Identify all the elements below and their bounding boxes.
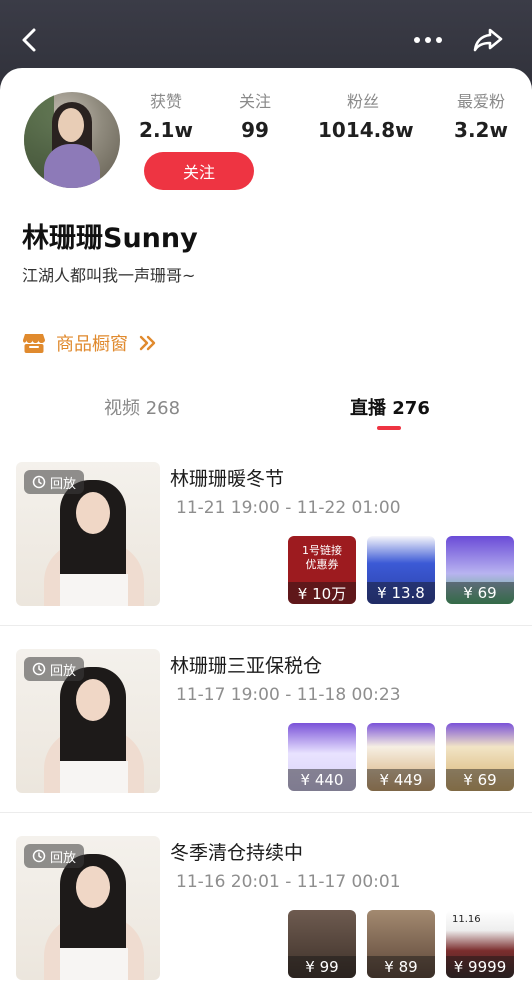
product-price: ¥ 89	[367, 956, 435, 978]
thumbnail-face	[76, 492, 110, 534]
product-thumbnail[interactable]: ¥ 89	[367, 910, 435, 978]
product-price: ¥ 440	[288, 769, 356, 791]
product-price: ¥ 10万	[288, 582, 356, 604]
share-button[interactable]	[468, 20, 508, 60]
live-replay-item[interactable]: 回放 林珊珊暖冬节 11-21 19:00 - 11-22 01:00 1号链接…	[0, 462, 532, 648]
stat-label: 获赞	[149, 92, 182, 111]
thumbnail-face	[76, 866, 110, 908]
avatar[interactable]	[24, 92, 120, 188]
divider	[0, 625, 532, 626]
product-label: 1号链接 优惠券	[302, 544, 342, 571]
product-price: ¥ 99	[288, 956, 356, 978]
follow-button[interactable]: 关注	[144, 152, 254, 190]
thumbnail-face	[76, 679, 110, 721]
product-label: 11.16	[452, 914, 481, 925]
avatar-body	[44, 144, 100, 188]
product-thumbnail[interactable]: 11.16 ¥ 9999	[446, 910, 514, 978]
replay-badge: 回放	[24, 657, 85, 681]
stat-label: 粉丝	[346, 92, 379, 111]
stat-value: 3.2w	[454, 118, 508, 142]
product-thumbnail[interactable]: 1号链接 优惠券 ¥ 10万	[288, 536, 356, 604]
product-price: ¥ 9999	[446, 956, 514, 978]
shop-window-label: 商品橱窗	[56, 334, 128, 355]
live-replay-item[interactable]: 回放 冬季清仓持续中 11-16 20:01 - 11-17 00:01 ¥ 9…	[0, 836, 532, 1000]
stat-value: 2.1w	[139, 118, 193, 142]
profile-bio: 江湖人都叫我一声珊哥~	[22, 266, 196, 285]
product-price: ¥ 449	[367, 769, 435, 791]
live-title: 林珊珊暖冬节	[170, 468, 285, 490]
live-time: 11-17 19:00 - 11-18 00:23	[176, 685, 401, 705]
stat-fans[interactable]: 粉丝 1014.8w	[318, 88, 414, 142]
live-time: 11-21 19:00 - 11-22 01:00	[176, 498, 401, 518]
thumbnail-clothing	[60, 574, 128, 606]
replay-label: 回放	[50, 850, 77, 866]
profile-name: 林珊珊Sunny	[22, 223, 198, 254]
stat-value: 99	[241, 118, 269, 142]
back-button[interactable]	[10, 20, 50, 60]
stat-likes[interactable]: 获赞 2.1w	[130, 88, 202, 142]
live-replay-item[interactable]: 回放 林珊珊三亚保税仓 11-17 19:00 - 11-18 00:23 ¥ …	[0, 649, 532, 835]
live-title: 林珊珊三亚保税仓	[170, 655, 323, 677]
replay-badge: 回放	[24, 844, 85, 868]
active-tab-indicator	[377, 426, 401, 430]
share-icon	[473, 28, 503, 52]
replay-icon	[32, 849, 46, 863]
more-button[interactable]	[408, 20, 448, 60]
replay-icon	[32, 475, 46, 489]
product-price: ¥ 13.8	[367, 582, 435, 604]
avatar-face	[58, 108, 84, 142]
shop-window-link[interactable]: 商品橱窗	[22, 330, 158, 356]
stat-label: 关注	[238, 92, 271, 111]
product-thumbnail[interactable]: ¥ 13.8	[367, 536, 435, 604]
divider	[0, 812, 532, 813]
double-chevron-right-icon	[139, 335, 156, 351]
product-price: ¥ 69	[446, 582, 514, 604]
profile-card: 获赞 2.1w 关注 99 粉丝 1014.8w 最爱粉 3.2w 关注 林珊珊…	[0, 68, 532, 1000]
replay-label: 回放	[50, 476, 77, 492]
live-thumbnail[interactable]: 回放	[16, 649, 160, 793]
product-price: ¥ 69	[446, 769, 514, 791]
tab-videos[interactable]: 视频 268	[104, 394, 180, 420]
thumbnail-clothing	[60, 761, 128, 793]
chevron-left-icon	[22, 28, 36, 52]
product-thumbnail[interactable]: ¥ 69	[446, 723, 514, 791]
more-horizontal-icon	[414, 37, 442, 43]
content-tabs: 视频 268 直播 276	[0, 394, 532, 434]
product-thumbnail[interactable]: ¥ 449	[367, 723, 435, 791]
profile-stats: 获赞 2.1w 关注 99 粉丝 1014.8w 最爱粉 3.2w	[130, 88, 526, 148]
product-thumbnail[interactable]: ¥ 440	[288, 723, 356, 791]
stat-following[interactable]: 关注 99	[220, 88, 290, 142]
live-thumbnail[interactable]: 回放	[16, 462, 160, 606]
replay-label: 回放	[50, 663, 77, 679]
live-thumbnail[interactable]: 回放	[16, 836, 160, 980]
replay-icon	[32, 662, 46, 676]
live-title: 冬季清仓持续中	[170, 842, 304, 864]
store-icon	[23, 334, 45, 353]
stat-label: 最爱粉	[456, 92, 505, 111]
stat-top-fans[interactable]: 最爱粉 3.2w	[446, 88, 516, 142]
replay-badge: 回放	[24, 470, 85, 494]
thumbnail-clothing	[60, 948, 128, 980]
tab-live[interactable]: 直播 276	[350, 394, 430, 420]
stat-value: 1014.8w	[318, 118, 414, 142]
product-thumbnail[interactable]: ¥ 69	[446, 536, 514, 604]
product-thumbnail[interactable]: ¥ 99	[288, 910, 356, 978]
live-time: 11-16 20:01 - 11-17 00:01	[176, 872, 401, 892]
